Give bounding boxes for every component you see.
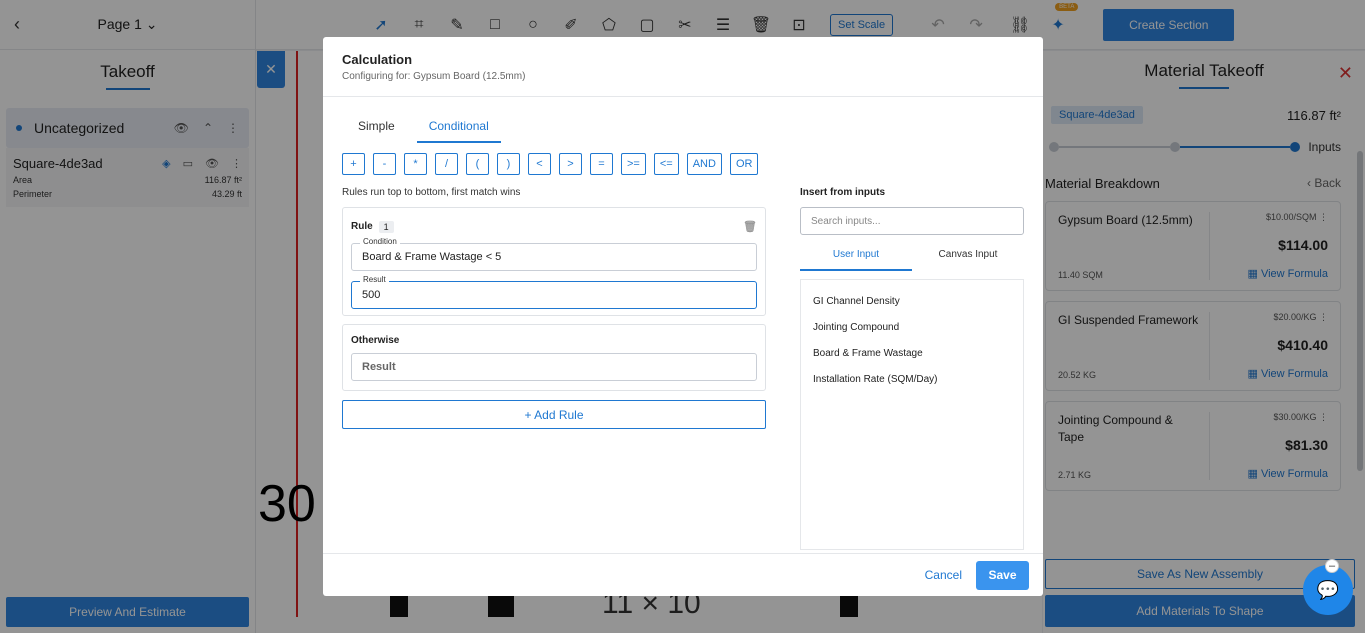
operator-toolbar: + - * / ( ) < > = >= <= AND OR xyxy=(342,153,766,175)
list-item[interactable]: GI Channel Density xyxy=(813,288,1011,314)
tab-simple[interactable]: Simple xyxy=(358,117,395,143)
list-item[interactable]: Jointing Compound xyxy=(813,314,1011,340)
mode-tabs: Simple Conditional xyxy=(358,117,535,143)
operator-gte-button[interactable]: >= xyxy=(621,153,646,175)
condition-field[interactable]: Condition Board & Frame Wastage < 5 xyxy=(351,237,757,271)
delete-rule-trash-icon[interactable]: 🗑 xyxy=(743,220,757,233)
operator-divide-button[interactable]: / xyxy=(435,153,458,175)
search-inputs-field[interactable]: Search inputs... xyxy=(800,207,1024,235)
save-button[interactable]: Save xyxy=(976,560,1029,590)
search-placeholder: Search inputs... xyxy=(811,215,881,227)
operator-greater-than-button[interactable]: > xyxy=(559,153,582,175)
tab-canvas-input[interactable]: Canvas Input xyxy=(912,249,1024,271)
rule-card: Rule 1 🗑 Condition Board & Frame Wastage… xyxy=(342,207,766,316)
otherwise-label: Otherwise xyxy=(351,335,400,346)
chat-widget-button[interactable]: 💬 – xyxy=(1303,559,1353,615)
rules-hint: Rules run top to bottom, first match win… xyxy=(342,187,521,198)
cancel-button[interactable]: Cancel xyxy=(925,568,962,582)
otherwise-card: Otherwise Result xyxy=(342,324,766,391)
operator-multiply-button[interactable]: * xyxy=(404,153,427,175)
modal-header: Calculation Configuring for: Gypsum Boar… xyxy=(323,37,1043,97)
condition-label: Condition xyxy=(360,237,400,246)
operator-open-paren-button[interactable]: ( xyxy=(466,153,489,175)
modal-subtitle: Configuring for: Gypsum Board (12.5mm) xyxy=(342,71,526,82)
add-rule-button[interactable]: + Add Rule xyxy=(342,400,766,429)
rule-number-badge: 1 xyxy=(378,220,394,233)
condition-value: Board & Frame Wastage < 5 xyxy=(362,251,502,263)
insert-inputs-title: Insert from inputs xyxy=(800,187,886,198)
minimize-icon[interactable]: – xyxy=(1325,559,1339,573)
rule-label: Rule xyxy=(351,221,373,232)
list-item[interactable]: Installation Rate (SQM/Day) xyxy=(813,366,1011,392)
rule-header: Rule 1 🗑 xyxy=(351,220,757,233)
operator-lte-button[interactable]: <= xyxy=(653,153,679,175)
modal-footer: Cancel Save xyxy=(323,553,1043,596)
input-source-tabs: User Input Canvas Input xyxy=(800,249,1024,271)
operator-or-button[interactable]: OR xyxy=(729,153,759,175)
list-item[interactable]: Board & Frame Wastage xyxy=(813,340,1011,366)
operator-less-than-button[interactable]: < xyxy=(528,153,551,175)
modal-title: Calculation xyxy=(342,52,413,67)
otherwise-result-placeholder: Result xyxy=(362,361,396,373)
result-label: Result xyxy=(360,275,389,284)
operator-close-paren-button[interactable]: ) xyxy=(497,153,520,175)
operator-plus-button[interactable]: + xyxy=(342,153,365,175)
operator-and-button[interactable]: AND xyxy=(686,153,722,175)
result-field[interactable]: Result 500 xyxy=(351,275,757,309)
operator-equals-button[interactable]: = xyxy=(590,153,613,175)
tab-user-input[interactable]: User Input xyxy=(800,249,912,271)
chat-icon: 💬 xyxy=(1316,579,1340,600)
inputs-list: GI Channel Density Jointing Compound Boa… xyxy=(800,279,1024,550)
tab-conditional[interactable]: Conditional xyxy=(416,117,501,143)
operator-minus-button[interactable]: - xyxy=(373,153,396,175)
otherwise-result-field[interactable]: Result xyxy=(351,353,757,381)
calculation-modal: Calculation Configuring for: Gypsum Boar… xyxy=(323,37,1043,596)
result-value: 500 xyxy=(362,289,381,301)
